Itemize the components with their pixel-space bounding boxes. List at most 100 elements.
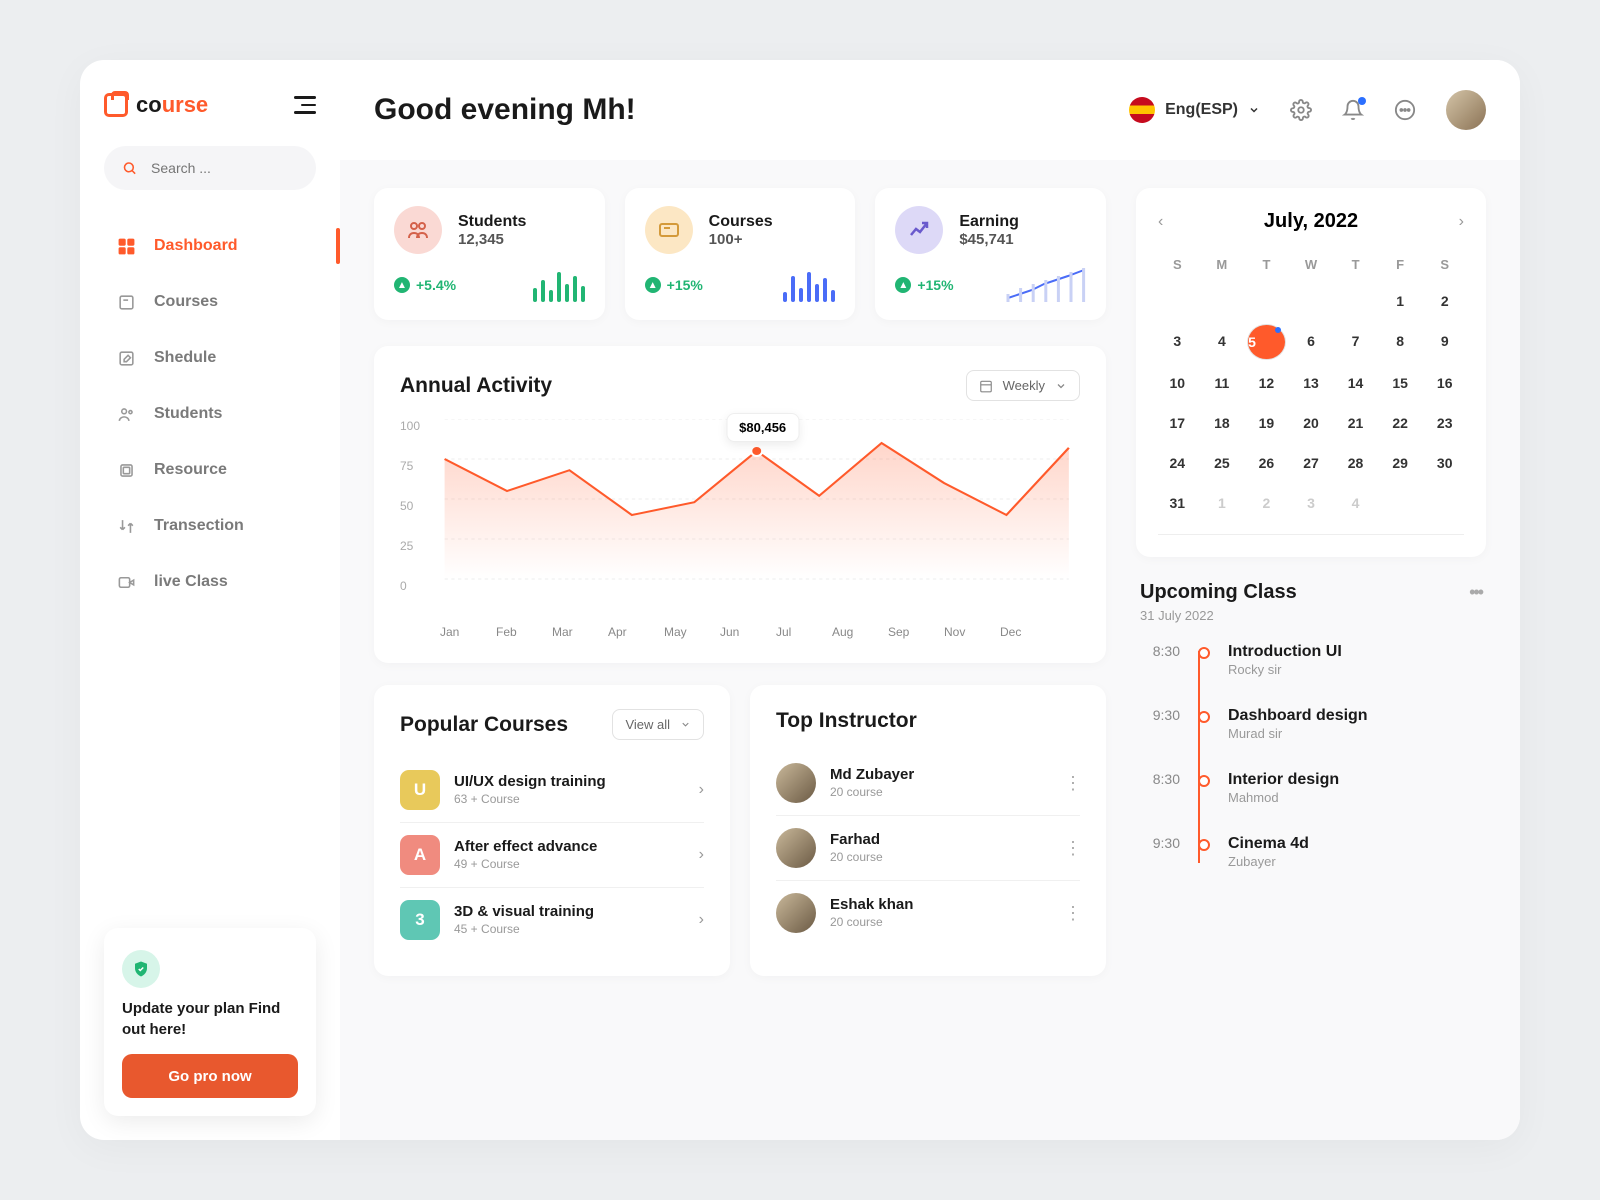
- timeline-dot: [1198, 839, 1210, 851]
- cal-day[interactable]: 2: [1425, 284, 1464, 318]
- greeting: Good evening Mh!: [374, 93, 636, 127]
- upcoming: Upcoming Class ••• 31 July 2022 8:30Intr…: [1136, 581, 1486, 899]
- center-col: Good evening Mh! Eng(ESP) Students12,345…: [374, 90, 1486, 1110]
- cal-day[interactable]: 1: [1203, 486, 1242, 520]
- avatar: [776, 828, 816, 868]
- cal-day[interactable]: 13: [1292, 366, 1331, 400]
- promo-text: Update your plan Find out here!: [122, 998, 298, 1040]
- sidebar-item-shedule[interactable]: Shedule: [104, 332, 316, 384]
- instructor-item[interactable]: Eshak khan20 course⋮: [776, 881, 1080, 945]
- cal-day[interactable]: 16: [1425, 366, 1464, 400]
- timeline-item[interactable]: 8:30Interior designMahmod: [1140, 771, 1482, 807]
- view-all-button[interactable]: View all: [612, 709, 704, 740]
- cal-day[interactable]: 20: [1292, 406, 1331, 440]
- sidebar-item-courses[interactable]: Courses: [104, 276, 316, 328]
- stat-icon: [645, 206, 693, 254]
- chevron-right-icon: ›: [699, 846, 704, 864]
- cal-day[interactable]: 4: [1336, 486, 1375, 520]
- search-box[interactable]: [104, 146, 316, 190]
- course-item[interactable]: 33D & visual training45 + Course›: [400, 888, 704, 952]
- cal-day[interactable]: 31: [1158, 486, 1197, 520]
- cal-day[interactable]: 11: [1203, 366, 1242, 400]
- cal-day[interactable]: 2: [1247, 486, 1286, 520]
- period-label: Weekly: [1003, 378, 1045, 393]
- course-badge: U: [400, 770, 440, 810]
- cal-day[interactable]: 9: [1425, 324, 1464, 360]
- stat-pct: ▲+5.4%: [394, 277, 456, 293]
- cal-day[interactable]: 19: [1247, 406, 1286, 440]
- sidebar-item-resource[interactable]: Resource: [104, 444, 316, 496]
- timeline-item[interactable]: 9:30Cinema 4dZubayer: [1140, 835, 1482, 871]
- more-icon[interactable]: ⋮: [1064, 773, 1080, 794]
- cal-day[interactable]: 6: [1292, 324, 1331, 360]
- edit-icon: [116, 348, 136, 368]
- more-icon[interactable]: ⋮: [1064, 838, 1080, 859]
- chat-icon[interactable]: [1394, 99, 1416, 121]
- cal-day[interactable]: 18: [1203, 406, 1242, 440]
- cal-day[interactable]: 1: [1381, 284, 1420, 318]
- cal-dow: M: [1203, 251, 1242, 278]
- upcoming-date: 31 July 2022: [1140, 608, 1482, 623]
- bell-icon[interactable]: [1342, 99, 1364, 121]
- cal-day[interactable]: 7: [1336, 324, 1375, 360]
- avatar[interactable]: [1446, 90, 1486, 130]
- stat-icon: [394, 206, 442, 254]
- period-selector[interactable]: Weekly: [966, 370, 1080, 401]
- cal-day[interactable]: 29: [1381, 446, 1420, 480]
- instructors-list: Md Zubayer20 course⋮Farhad20 course⋮Esha…: [776, 751, 1080, 945]
- sidebar-item-live-class[interactable]: live Class: [104, 556, 316, 608]
- cal-day[interactable]: 23: [1425, 406, 1464, 440]
- instructor-item[interactable]: Md Zubayer20 course⋮: [776, 751, 1080, 816]
- brand-logo[interactable]: course: [104, 92, 208, 118]
- timeline-item[interactable]: 8:30Introduction UIRocky sir: [1140, 643, 1482, 679]
- sidebar-item-students[interactable]: Students: [104, 388, 316, 440]
- chevron-right-icon: ›: [699, 911, 704, 929]
- stat-pct: ▲+15%: [645, 277, 703, 293]
- avatar: [776, 763, 816, 803]
- cal-next-button[interactable]: ›: [1459, 213, 1464, 231]
- cal-day[interactable]: 14: [1336, 366, 1375, 400]
- cal-day[interactable]: 25: [1203, 446, 1242, 480]
- logo-icon: [104, 93, 128, 117]
- language-selector[interactable]: Eng(ESP): [1129, 97, 1260, 123]
- cal-day[interactable]: 4: [1203, 324, 1242, 360]
- cal-day[interactable]: 12: [1247, 366, 1286, 400]
- timeline-item[interactable]: 9:30Dashboard designMurad sir: [1140, 707, 1482, 743]
- cal-day[interactable]: 26: [1247, 446, 1286, 480]
- cal-day[interactable]: 24: [1158, 446, 1197, 480]
- cal-day[interactable]: 10: [1158, 366, 1197, 400]
- cal-day[interactable]: 28: [1336, 446, 1375, 480]
- timeline: 8:30Introduction UIRocky sir 9:30Dashboar…: [1140, 643, 1482, 871]
- cal-day[interactable]: 22: [1381, 406, 1420, 440]
- cal-day[interactable]: 27: [1292, 446, 1331, 480]
- cal-day[interactable]: 5: [1247, 324, 1286, 360]
- cal-day[interactable]: 3: [1292, 486, 1331, 520]
- cal-prev-button[interactable]: ‹: [1158, 213, 1163, 231]
- nav: DashboardCoursesSheduleStudentsResourceT…: [104, 220, 316, 608]
- search-input[interactable]: [151, 160, 298, 176]
- course-item[interactable]: UUI/UX design training63 + Course›: [400, 758, 704, 823]
- instructor-title: Top Instructor: [776, 709, 917, 733]
- cal-day[interactable]: 21: [1336, 406, 1375, 440]
- course-item[interactable]: AAfter effect advance49 + Course›: [400, 823, 704, 888]
- cal-dow: S: [1425, 251, 1464, 278]
- menu-toggle-icon[interactable]: [294, 96, 316, 114]
- sidebar-item-transection[interactable]: Transection: [104, 500, 316, 552]
- more-icon[interactable]: •••: [1469, 582, 1482, 603]
- sidebar-item-dashboard[interactable]: Dashboard: [104, 220, 316, 272]
- upcoming-title: Upcoming Class: [1140, 581, 1297, 604]
- cal-day[interactable]: 17: [1158, 406, 1197, 440]
- video-icon: [116, 572, 136, 592]
- instructor-item[interactable]: Farhad20 course⋮: [776, 816, 1080, 881]
- activity-chart: 0255075100JanFebMarAprMayJunJulAugSepNov…: [400, 419, 1080, 639]
- chevron-down-icon: [1055, 380, 1067, 392]
- go-pro-button[interactable]: Go pro now: [122, 1054, 298, 1098]
- search-icon: [122, 159, 137, 177]
- more-icon[interactable]: ⋮: [1064, 903, 1080, 924]
- cal-day[interactable]: 15: [1381, 366, 1420, 400]
- cal-day[interactable]: 30: [1425, 446, 1464, 480]
- settings-icon[interactable]: [1290, 99, 1312, 121]
- cal-day[interactable]: 8: [1381, 324, 1420, 360]
- cal-day[interactable]: 3: [1158, 324, 1197, 360]
- stat-icon: [895, 206, 943, 254]
